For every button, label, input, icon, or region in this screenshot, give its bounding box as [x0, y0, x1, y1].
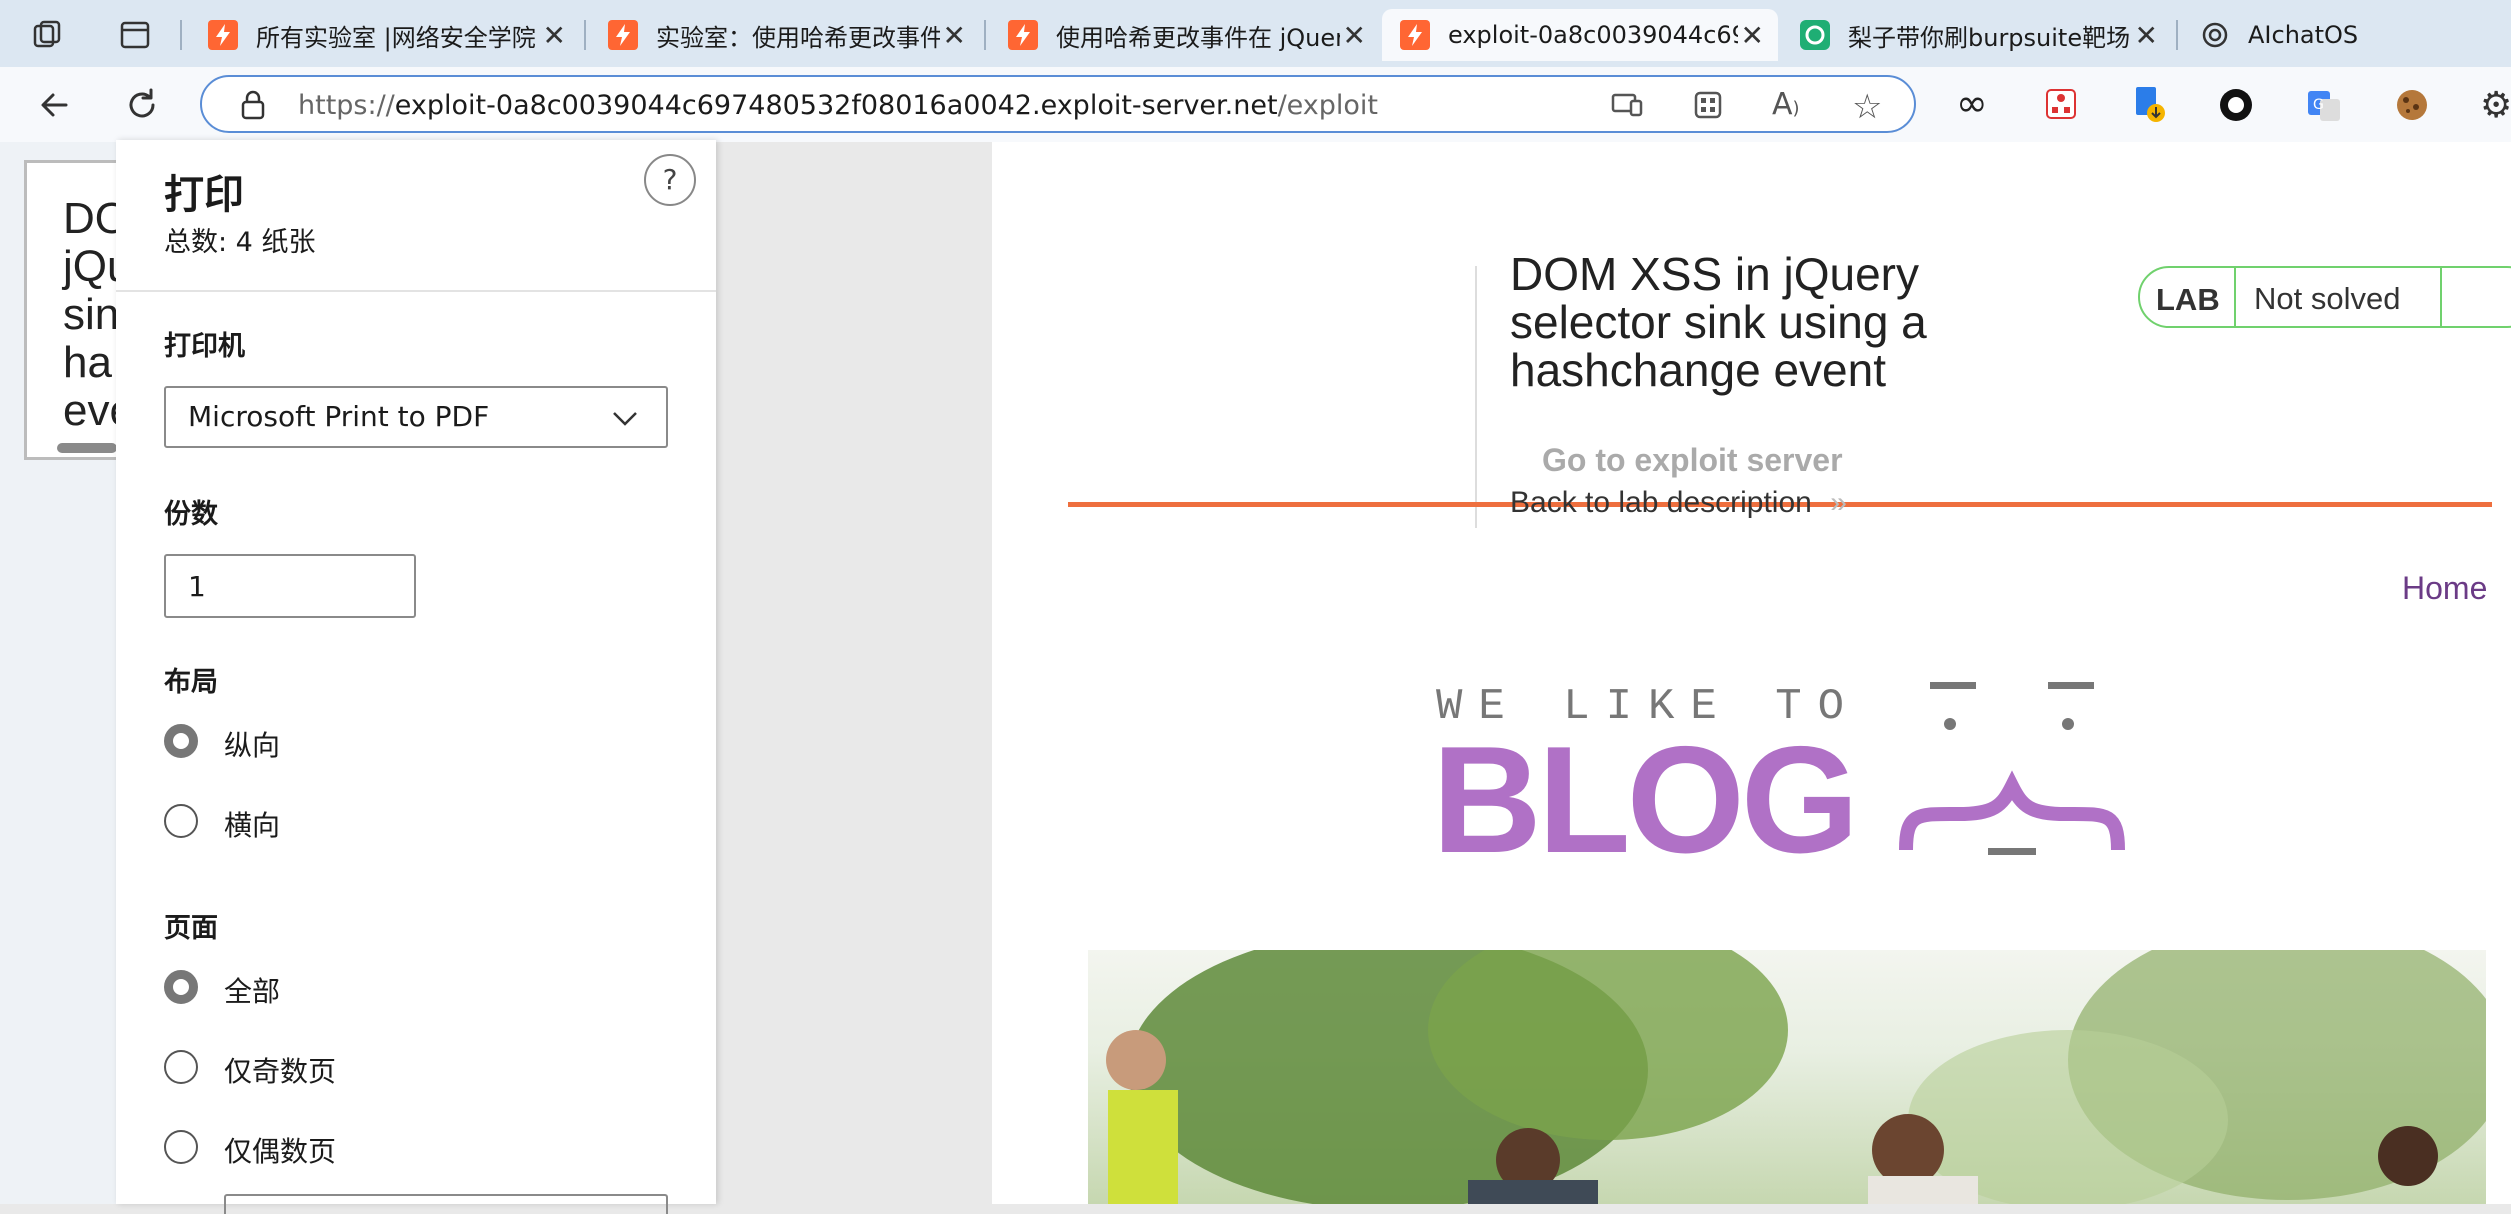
all-pages-label: 全部 [224, 975, 281, 1008]
close-icon[interactable]: ✕ [943, 19, 966, 52]
extension-infinity-icon[interactable]: ∞ [1956, 81, 1988, 125]
layout-label: 布局 [164, 667, 218, 698]
tab-title: exploit-0a8c0039044c697 [1448, 21, 1738, 49]
radio-odd-pages[interactable] [164, 1050, 198, 1084]
tab-title: 使用哈希更改事件在 jQuery [1056, 23, 1340, 52]
lab-title: DOM XSS in jQuery selector sink using a … [1510, 250, 1927, 394]
portswigger-icon [1008, 20, 1038, 50]
lab-badge-label: LAB [2156, 282, 2220, 317]
header-divider [1475, 266, 1477, 528]
logo-wordmark: BLOG [1432, 715, 1859, 885]
url-text[interactable]: https://exploit-0a8c0039044c697480532f08… [298, 90, 1378, 121]
printer-label: 打印机 [164, 331, 245, 362]
copies-value: 1 [188, 570, 206, 603]
url-prefix: https:// [298, 90, 395, 121]
lab-title-line: selector sink using a [1510, 296, 1927, 348]
sheet-total: 总数: 4 纸张 [164, 227, 316, 258]
apps-icon[interactable] [1692, 89, 1724, 125]
blog-hero-image [1088, 950, 2486, 1204]
print-title: 打印 [164, 172, 244, 218]
navigation-bar: https://exploit-0a8c0039044c697480532f08… [0, 67, 2511, 142]
divider [116, 290, 716, 292]
workspaces-icon[interactable] [32, 18, 66, 52]
lab-status-badge: LAB Not solved [2138, 266, 2511, 328]
address-bar[interactable]: https://exploit-0a8c0039044c697480532f08… [200, 75, 1916, 133]
portswigger-icon [1400, 20, 1430, 50]
lab-title-line: hashchange event [1510, 344, 1886, 396]
tab-bar: 所有实验室 |网络安全学院 ✕ 实验室：使用哈希更改事件 ✕ 使用哈希更改事件在… [0, 0, 2511, 67]
close-icon[interactable]: ✕ [543, 19, 566, 52]
page-range-input[interactable] [224, 1194, 668, 1214]
radio-portrait[interactable] [164, 724, 198, 758]
settings-gear-icon[interactable]: ⚙ [2480, 85, 2511, 126]
tab-all-labs[interactable]: 所有实验室 |网络安全学院 ✕ [190, 9, 580, 61]
tab-actions-icon[interactable] [118, 18, 152, 52]
tab-title: 梨子带你刷burpsuite靶场 [1848, 23, 2131, 52]
even-pages-label: 仅偶数页 [224, 1135, 337, 1168]
svg-text:G: G [2313, 97, 2324, 113]
print-preview-page: DOM XSS in jQuery selector sink using a … [992, 142, 2511, 1204]
help-icon: ? [662, 163, 678, 196]
landscape-label: 横向 [224, 809, 281, 842]
odd-pages-label: 仅奇数页 [224, 1055, 337, 1088]
badge-divider [2440, 268, 2442, 326]
radio-even-pages[interactable] [164, 1130, 198, 1164]
close-icon[interactable]: ✕ [2135, 19, 2158, 52]
back-to-lab-link[interactable]: Back to lab description » [1510, 486, 1847, 520]
lab-title-line: DOM XSS in jQuery [1510, 248, 1919, 300]
back-icon[interactable] [36, 87, 72, 123]
tab-lab-page[interactable]: 使用哈希更改事件在 jQuery ✕ [990, 9, 1380, 61]
portrait-label: 纵向 [224, 729, 281, 762]
portswigger-icon [208, 20, 238, 50]
printer-value: Microsoft Print to PDF [188, 400, 490, 433]
tab-exploit-server[interactable]: exploit-0a8c0039044c697 ✕ [1382, 9, 1778, 61]
tab-title: 实验室：使用哈希更改事件 [656, 23, 940, 52]
tab-lab-description[interactable]: 实验室：使用哈希更改事件 ✕ [590, 9, 980, 61]
printer-select[interactable]: Microsoft Print to PDF [164, 386, 668, 448]
app-available-icon[interactable] [1610, 89, 1644, 125]
badge-divider [2234, 268, 2236, 326]
tab-title: AIchatOS [2248, 21, 2359, 49]
extension-network-icon[interactable] [2044, 87, 2078, 125]
favorite-star-icon[interactable]: ☆ [1852, 87, 1882, 127]
home-link[interactable]: Home [2402, 570, 2487, 607]
people-photo [1106, 950, 2486, 1204]
csdn-icon [1800, 20, 1830, 50]
url-path: /exploit [1277, 90, 1379, 121]
copies-label: 份数 [164, 499, 218, 530]
tab-title: 所有实验室 |网络安全学院 [256, 23, 536, 52]
refresh-icon[interactable] [124, 87, 160, 123]
openai-icon [2200, 20, 2230, 50]
cookie-icon[interactable] [2394, 87, 2430, 127]
pages-label: 页面 [164, 913, 218, 944]
print-panel: 打印 总数: 4 纸张 ? 打印机 Microsoft Print to PDF… [116, 140, 716, 1214]
extension-circle-icon[interactable] [2218, 87, 2254, 127]
help-button[interactable]: ? [644, 154, 696, 206]
close-icon[interactable]: ✕ [1343, 19, 1366, 52]
lab-status-text: Not solved [2254, 281, 2401, 316]
radio-landscape[interactable] [164, 804, 198, 838]
radio-all-pages[interactable] [164, 970, 198, 1004]
url-host: exploit-0a8c0039044c697480532f08016a0042… [394, 90, 1278, 121]
double-chevron-icon: » [1830, 486, 1847, 519]
translate-icon[interactable]: G [2306, 87, 2342, 127]
portswigger-icon [608, 20, 638, 50]
go-to-exploit-server-link[interactable]: Go to exploit server [1542, 442, 1843, 479]
tab-burpsuite-guide[interactable]: 梨子带你刷burpsuite靶场 ✕ [1782, 9, 2172, 61]
thumb-scrollbar[interactable] [57, 443, 117, 453]
tab-aichatos[interactable]: AIchatOS [2182, 9, 2502, 61]
lock-icon[interactable] [238, 89, 268, 125]
close-icon[interactable]: ✕ [1741, 19, 1764, 52]
copies-input[interactable]: 1 [164, 554, 416, 618]
extension-download-icon[interactable] [2130, 85, 2166, 127]
read-aloud-icon[interactable]: A) [1772, 87, 1800, 122]
back-link-text: Back to lab description [1510, 486, 1812, 519]
chevron-down-icon [610, 406, 640, 434]
